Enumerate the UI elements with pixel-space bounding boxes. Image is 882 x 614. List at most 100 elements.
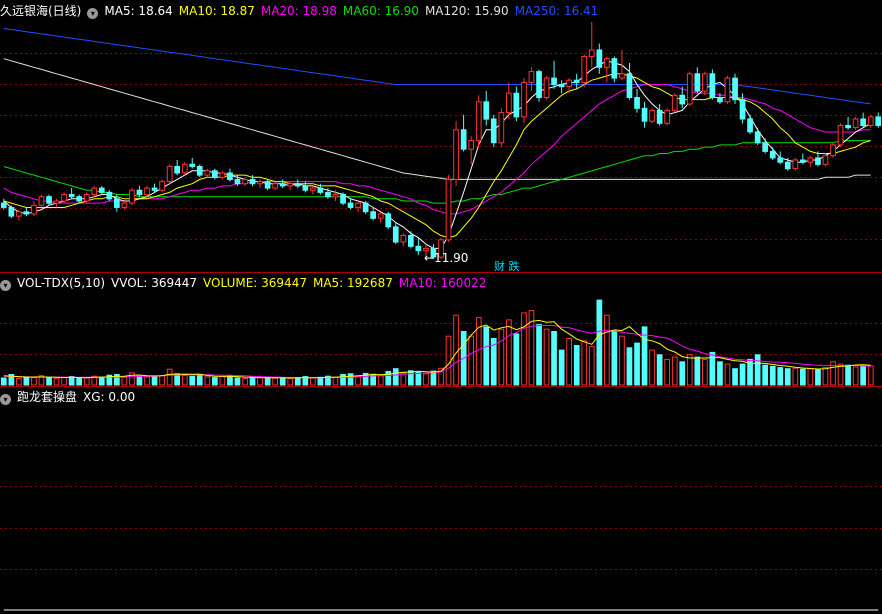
- candle-body: [136, 189, 143, 195]
- volume-bar: [581, 340, 588, 386]
- candle-body: [649, 109, 655, 122]
- volume-bar: [310, 377, 316, 386]
- candle-body: [588, 49, 595, 57]
- candle-body: [709, 73, 716, 99]
- candle-body: [317, 187, 324, 193]
- volume-indicator-separator: [0, 386, 882, 387]
- chart-canvas[interactable]: [0, 0, 882, 614]
- volume-bar: [181, 375, 188, 386]
- candle-body: [219, 172, 226, 178]
- volume-bar: [784, 368, 791, 386]
- volume-bar: [272, 377, 278, 386]
- candle-body: [272, 183, 278, 189]
- volume-bar: [664, 358, 670, 386]
- candle-body: [144, 187, 150, 196]
- volume-bar: [257, 377, 263, 386]
- candle-body: [83, 194, 90, 202]
- candle-body: [769, 150, 776, 159]
- volume-bar: [754, 354, 761, 386]
- volume-bar: [392, 368, 399, 386]
- legend-vvol: VVOL: 369447: [111, 276, 198, 290]
- volume-bar: [196, 374, 203, 386]
- volume-bar: [551, 331, 557, 386]
- volume-bar: [83, 377, 90, 386]
- price-volume-separator: [0, 272, 882, 273]
- candle-body: [800, 159, 806, 163]
- candle-body: [114, 198, 120, 208]
- candle-body: [91, 187, 98, 196]
- volume-bar: [377, 375, 384, 386]
- volume-bar: [732, 368, 738, 386]
- candle-body: [38, 196, 45, 206]
- volume-bar: [16, 378, 22, 386]
- candle-body: [166, 166, 173, 183]
- candle-body: [392, 226, 399, 243]
- legend-ma120: MA120: 15.90: [424, 4, 509, 18]
- candle-body: [340, 194, 346, 204]
- volume-bar: [807, 368, 814, 386]
- legend-volume: VOLUME: 369447: [203, 276, 307, 290]
- candle-body: [845, 125, 851, 129]
- indicator-legend: ▾ 跑龙套操盘 XG: 0.00: [0, 388, 141, 406]
- volume-bar: [242, 378, 248, 386]
- candle-body: [694, 73, 701, 92]
- candle-body: [242, 178, 248, 185]
- volume-bar: [641, 326, 648, 386]
- candle-body: [558, 84, 565, 88]
- event-marker[interactable]: 财 跌: [494, 258, 520, 274]
- volume-bar: [566, 338, 572, 386]
- volume-bar: [634, 342, 640, 386]
- candle-body: [468, 140, 474, 150]
- candle-body: [347, 202, 354, 208]
- candle-body: [852, 118, 859, 129]
- candle-body: [189, 163, 196, 168]
- settings-circle-icon[interactable]: ▾: [0, 280, 11, 291]
- candle-body: [656, 109, 663, 124]
- candle-body: [0, 202, 7, 208]
- volume-bar: [61, 376, 67, 386]
- volume-bar: [852, 366, 859, 386]
- candle-body: [626, 73, 633, 99]
- volume-bar: [777, 367, 784, 386]
- volume-bar: [46, 377, 52, 386]
- candle-body: [264, 181, 271, 189]
- volume-bar: [136, 375, 143, 386]
- candle-body: [611, 58, 618, 79]
- candle-body: [159, 181, 165, 191]
- candle-body: [483, 101, 490, 120]
- volume-bar: [76, 377, 83, 386]
- volume-bar: [792, 367, 799, 386]
- candle-body: [106, 191, 113, 200]
- candle-body: [686, 73, 693, 105]
- candle-body: [604, 58, 610, 68]
- ma250-line: [3, 28, 871, 105]
- volume-bar: [166, 368, 173, 386]
- candle-body: [792, 159, 799, 170]
- candle-body: [385, 213, 392, 228]
- volume-bar: [144, 376, 150, 386]
- volume-bar: [294, 377, 301, 386]
- candle-body: [581, 56, 588, 83]
- stock-title: 久远银海(日线): [0, 4, 82, 18]
- ma5-line: [3, 60, 871, 249]
- candle-body: [460, 129, 467, 150]
- volume-bar: [702, 358, 708, 386]
- candle-body: [543, 77, 550, 98]
- volume-bar: [822, 367, 829, 386]
- candle-body: [815, 157, 821, 165]
- volume-bar: [845, 364, 851, 386]
- candle-body: [46, 196, 52, 204]
- volume-bar: [588, 346, 595, 386]
- candle-body: [490, 118, 497, 144]
- candle-body: [362, 202, 369, 213]
- candle-body: [762, 142, 768, 152]
- candle-body: [400, 235, 407, 243]
- candle-body: [551, 77, 557, 86]
- candle-body: [61, 194, 67, 202]
- volume-bar: [227, 375, 233, 386]
- volume-bar: [536, 324, 542, 386]
- candle-body: [777, 157, 784, 163]
- settings-circle-icon[interactable]: ▾: [87, 8, 99, 19]
- settings-circle-icon[interactable]: ▾: [0, 394, 11, 405]
- price-legend: 久远银海(日线) ▾ MA5: 18.64 MA10: 18.87 MA20: 18.9…: [0, 2, 604, 20]
